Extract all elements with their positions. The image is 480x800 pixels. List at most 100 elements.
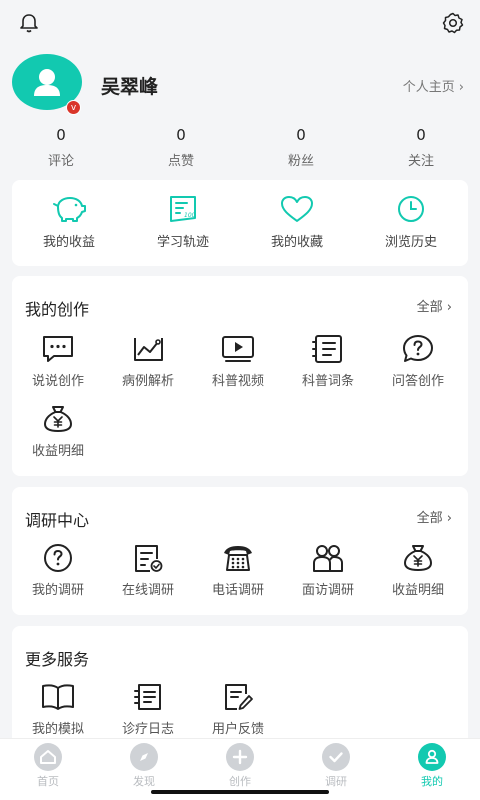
chevron-right-icon: ›	[442, 511, 452, 526]
chat-bubble-icon	[43, 336, 73, 362]
online-survey-icon	[135, 545, 163, 572]
quick-earnings[interactable]: 我的收益	[12, 180, 126, 266]
item-label: 说说创作	[31, 374, 84, 389]
quick-actions-card: 我的收益 100 学习轨迹 我的收藏 浏览历史	[12, 180, 468, 266]
item-label: 收益明细	[31, 444, 84, 459]
tab-home[interactable]: 首页	[0, 739, 96, 800]
item-label: 用户反馈	[211, 722, 264, 737]
stat-value: 0	[296, 126, 306, 144]
quick-label: 我的收藏	[270, 235, 323, 250]
chart-analysis-icon	[134, 338, 163, 361]
check-icon	[322, 743, 350, 771]
money-bag-icon	[44, 406, 72, 432]
item-label: 我的调研	[31, 583, 84, 598]
tab-label: 调研	[325, 775, 347, 788]
feedback-edit-icon	[225, 684, 253, 710]
item-label: 我的模拟	[31, 722, 84, 737]
service-item[interactable]: 我的模拟	[13, 682, 103, 737]
services-card: 更多服务 我的模拟 诊疗日志 用户反馈	[12, 626, 468, 738]
heart-icon	[281, 196, 313, 222]
stat-label: 粉丝	[287, 154, 314, 169]
piggy-bank-icon	[53, 197, 86, 222]
home-icon	[34, 743, 62, 771]
profile-header: v 吴翠峰 个人主页 ›	[0, 46, 480, 126]
clock-icon	[398, 196, 424, 222]
research-item[interactable]: 在线调研	[103, 543, 193, 598]
all-label: 全部	[416, 300, 443, 315]
tab-label: 发现	[133, 775, 155, 788]
svg-text:100: 100	[184, 212, 196, 219]
all-label: 全部	[416, 511, 443, 526]
research-item[interactable]: 面访调研	[283, 543, 373, 598]
item-label: 科普词条	[301, 374, 354, 389]
people-icon	[313, 545, 343, 572]
money-bag-icon	[404, 545, 432, 571]
quick-label: 学习轨迹	[156, 235, 209, 250]
gear-icon[interactable]	[442, 12, 464, 34]
creation-card: 我的创作 全部 › 说说创作 病例解析 科普视频 科普词条 问答创作 收益明细	[12, 276, 468, 476]
bell-icon[interactable]	[18, 12, 40, 34]
log-list-icon	[134, 684, 161, 710]
item-label: 收益明细	[391, 583, 444, 598]
homepage-label: 个人主页	[402, 80, 455, 95]
item-label: 问答创作	[391, 374, 444, 389]
stat-fans[interactable]: 0 粉丝	[240, 126, 360, 172]
open-book-icon	[42, 684, 74, 710]
verified-badge: v	[66, 100, 81, 115]
quick-history[interactable]: 浏览历史	[354, 180, 468, 266]
creation-item[interactable]: 科普词条	[283, 334, 373, 389]
stat-value: 0	[56, 126, 66, 144]
tab-label: 创作	[229, 775, 251, 788]
compass-icon	[130, 743, 158, 771]
creation-item[interactable]: 病例解析	[103, 334, 193, 389]
creation-item[interactable]: 收益明细	[13, 404, 103, 459]
creation-all-link[interactable]: 全部 ›	[417, 296, 452, 315]
tab-mine[interactable]: 我的	[384, 739, 480, 800]
item-label: 电话调研	[211, 583, 264, 598]
item-label: 诊疗日志	[121, 722, 174, 737]
stat-following[interactable]: 0 关注	[360, 126, 480, 172]
section-title: 调研中心	[25, 511, 90, 530]
stat-comments[interactable]: 0 评论	[0, 126, 120, 172]
user-name: 吴翠峰	[101, 76, 159, 98]
section-title: 我的创作	[25, 300, 90, 319]
quick-label: 我的收益	[42, 235, 95, 250]
creation-item[interactable]: 科普视频	[193, 334, 283, 389]
service-item[interactable]: 用户反馈	[193, 682, 283, 737]
study-track-icon: 100	[170, 196, 196, 222]
quick-favorites[interactable]: 我的收藏	[240, 180, 354, 266]
chevron-right-icon: ›	[458, 80, 464, 95]
chevron-right-icon: ›	[442, 300, 452, 315]
creation-item[interactable]: 说说创作	[13, 334, 103, 389]
section-title: 更多服务	[25, 650, 90, 669]
telephone-icon	[224, 546, 252, 571]
stat-label: 关注	[407, 154, 434, 169]
plus-icon	[226, 743, 254, 771]
stat-value: 0	[176, 126, 186, 144]
item-label: 病例解析	[121, 374, 174, 389]
top-bar	[0, 0, 480, 46]
home-indicator	[151, 790, 329, 794]
research-all-link[interactable]: 全部 ›	[417, 507, 452, 526]
quick-label: 浏览历史	[384, 235, 437, 250]
creation-item[interactable]: 问答创作	[373, 334, 463, 389]
quick-study-track[interactable]: 100 学习轨迹	[126, 180, 240, 266]
stat-likes[interactable]: 0 点赞	[120, 126, 240, 172]
research-item[interactable]: 电话调研	[193, 543, 283, 598]
stat-value: 0	[416, 126, 426, 144]
service-item[interactable]: 诊疗日志	[103, 682, 193, 737]
user-icon	[418, 743, 446, 771]
notebook-icon	[312, 335, 342, 363]
video-play-icon	[222, 336, 254, 362]
stat-label: 点赞	[167, 154, 194, 169]
research-item[interactable]: 我的调研	[13, 543, 103, 598]
research-item[interactable]: 收益明细	[373, 543, 463, 598]
tab-label: 我的	[421, 775, 443, 788]
homepage-link[interactable]: 个人主页 ›	[403, 76, 464, 95]
item-label: 在线调研	[121, 583, 174, 598]
stats-row: 0 评论 0 点赞 0 粉丝 0 关注	[0, 126, 480, 172]
question-circle-icon	[44, 544, 72, 572]
research-card: 调研中心 全部 › 我的调研 在线调研 电话调研 面访调研 收益明细	[12, 487, 468, 615]
item-label: 面访调研	[301, 583, 354, 598]
item-label: 科普视频	[211, 374, 264, 389]
